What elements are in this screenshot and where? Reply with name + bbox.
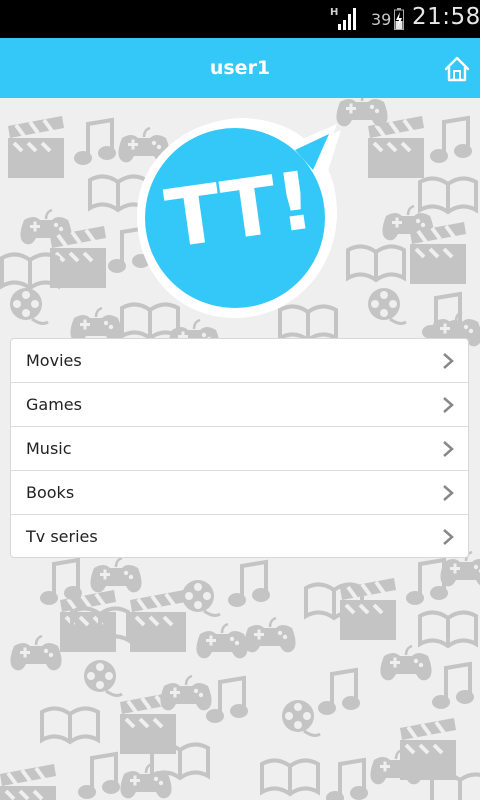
network-type-label: H (330, 7, 338, 18)
menu-item-tv-series[interactable]: Tv series (11, 515, 468, 557)
battery-icon (394, 8, 404, 30)
menu-item-label: Movies (26, 351, 82, 370)
chevron-right-icon (443, 441, 454, 457)
page-title: user1 (209, 57, 271, 79)
chevron-right-icon (443, 485, 454, 501)
signal-icon: H (330, 7, 356, 30)
menu-item-movies[interactable]: Movies (11, 339, 468, 383)
menu-item-label: Tv series (26, 527, 98, 546)
category-menu: Movies Games Music Books Tv series (10, 338, 469, 558)
menu-item-label: Books (26, 483, 75, 502)
chevron-right-icon (443, 353, 454, 369)
chevron-right-icon (443, 529, 454, 545)
status-bar: H 39 21:58 (0, 0, 480, 38)
menu-item-label: Games (26, 395, 82, 414)
home-icon[interactable] (442, 54, 472, 84)
menu-item-label: Music (26, 439, 72, 458)
menu-item-games[interactable]: Games (11, 383, 468, 427)
clock: 21:58 (412, 4, 480, 30)
app-bar: user1 (0, 38, 480, 98)
menu-item-books[interactable]: Books (11, 471, 468, 515)
menu-item-music[interactable]: Music (11, 427, 468, 471)
app-logo: TT! (137, 118, 341, 318)
chevron-right-icon (443, 397, 454, 413)
battery-level: 39 (371, 10, 392, 29)
